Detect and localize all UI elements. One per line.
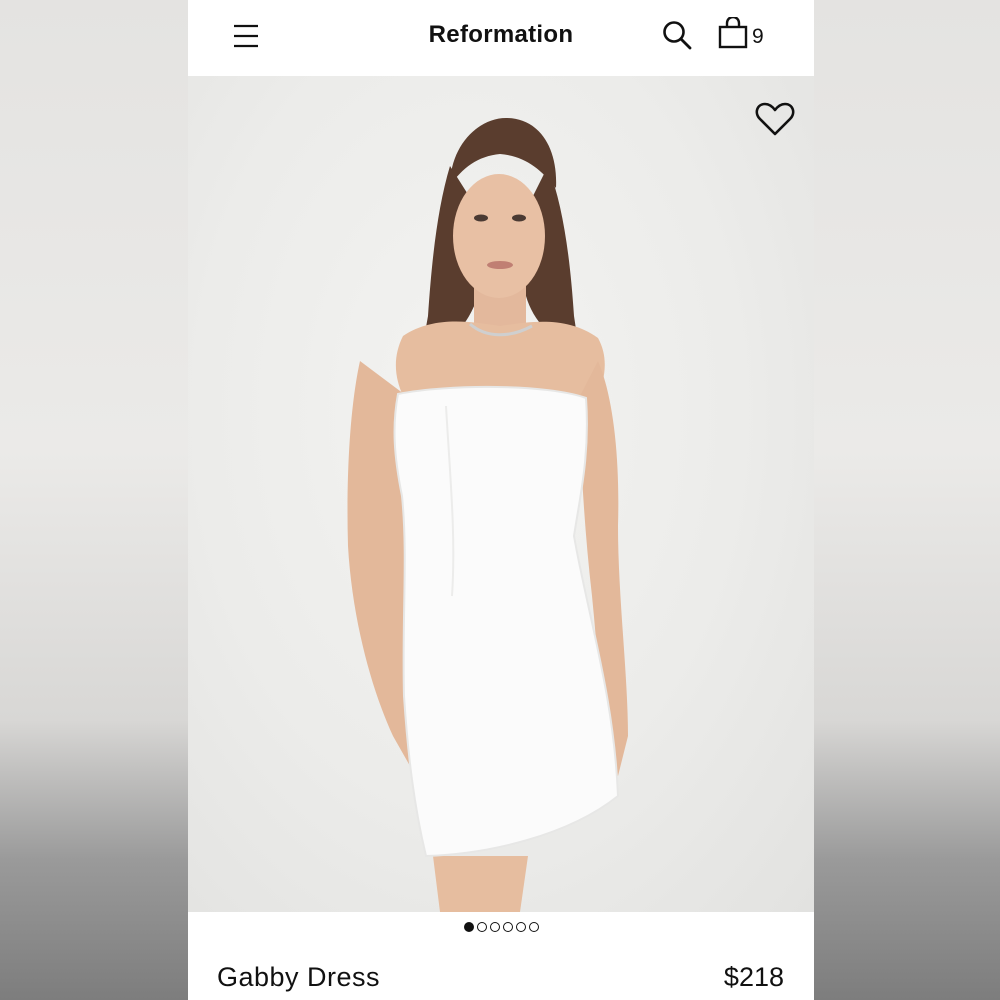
- search-icon[interactable]: [662, 20, 692, 50]
- cart-button[interactable]: 9: [718, 15, 764, 54]
- blurred-background-left: [0, 0, 188, 1000]
- image-pagination: [188, 922, 814, 932]
- blurred-background-right: [814, 0, 1000, 1000]
- pagination-dot[interactable]: [528, 922, 539, 932]
- product-price: $218: [723, 962, 784, 992]
- pagination-dot[interactable]: [489, 922, 500, 932]
- pagination-dot[interactable]: [502, 922, 513, 932]
- shopping-bag-icon: [718, 15, 748, 54]
- product-title: Gabby Dress: [217, 962, 381, 992]
- pagination-dot[interactable]: [463, 922, 474, 932]
- product-image[interactable]: [188, 76, 814, 912]
- pagination-dot[interactable]: [515, 922, 526, 932]
- top-nav-bar: Reformation 9: [188, 0, 814, 76]
- heart-icon[interactable]: [755, 101, 795, 137]
- mobile-screen: Reformation 9 Gabby Dress $218: [188, 0, 814, 1000]
- pagination-dot[interactable]: [476, 922, 487, 932]
- cart-count-badge: 9: [752, 25, 764, 48]
